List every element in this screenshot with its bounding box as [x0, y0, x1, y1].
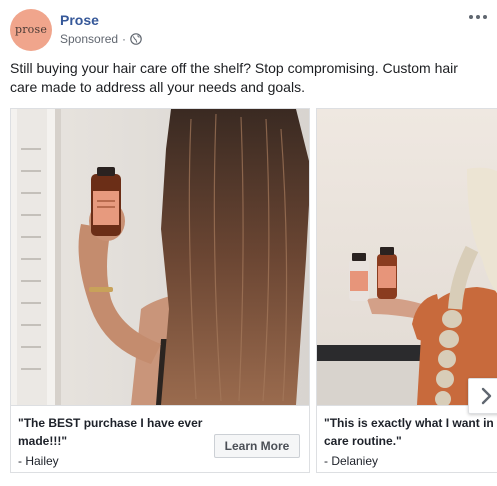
card-caption: "The BEST purchase I have ever made!!!" … — [11, 405, 309, 472]
testimonial-author: - Delaniey — [324, 454, 379, 468]
testimonial-author: - Hailey — [18, 454, 59, 468]
carousel-card[interactable]: "This is exactly what I want in hair car… — [316, 108, 497, 473]
globe-icon — [130, 33, 142, 45]
carousel-card[interactable]: "The BEST purchase I have ever made!!!" … — [10, 108, 310, 473]
post-header: prose Prose Sponsored · — [10, 9, 490, 51]
carousel: "The BEST purchase I have ever made!!!" … — [10, 108, 497, 473]
card-image-hair-back[interactable] — [11, 109, 309, 405]
page-avatar[interactable]: prose — [10, 9, 52, 51]
page-name-link[interactable]: Prose — [60, 12, 99, 28]
sponsored-row: Sponsored · — [60, 32, 142, 46]
more-options-icon[interactable] — [466, 9, 490, 25]
sponsored-label[interactable]: Sponsored — [60, 32, 118, 46]
separator-dot: · — [122, 32, 127, 46]
post-text: Still buying your hair care off the shel… — [10, 60, 458, 95]
testimonial-quote: "This is exactly what I want in hair car… — [324, 416, 497, 448]
testimonial-quote: "The BEST purchase I have ever made!!!" — [18, 416, 203, 448]
card-image-blonde-braid[interactable] — [317, 109, 497, 405]
card-caption: "This is exactly what I want in hair car… — [317, 405, 497, 472]
learn-more-button[interactable]: Learn More — [214, 434, 300, 458]
chevron-right-icon[interactable] — [468, 378, 497, 414]
avatar-logo-text: prose — [14, 23, 48, 36]
